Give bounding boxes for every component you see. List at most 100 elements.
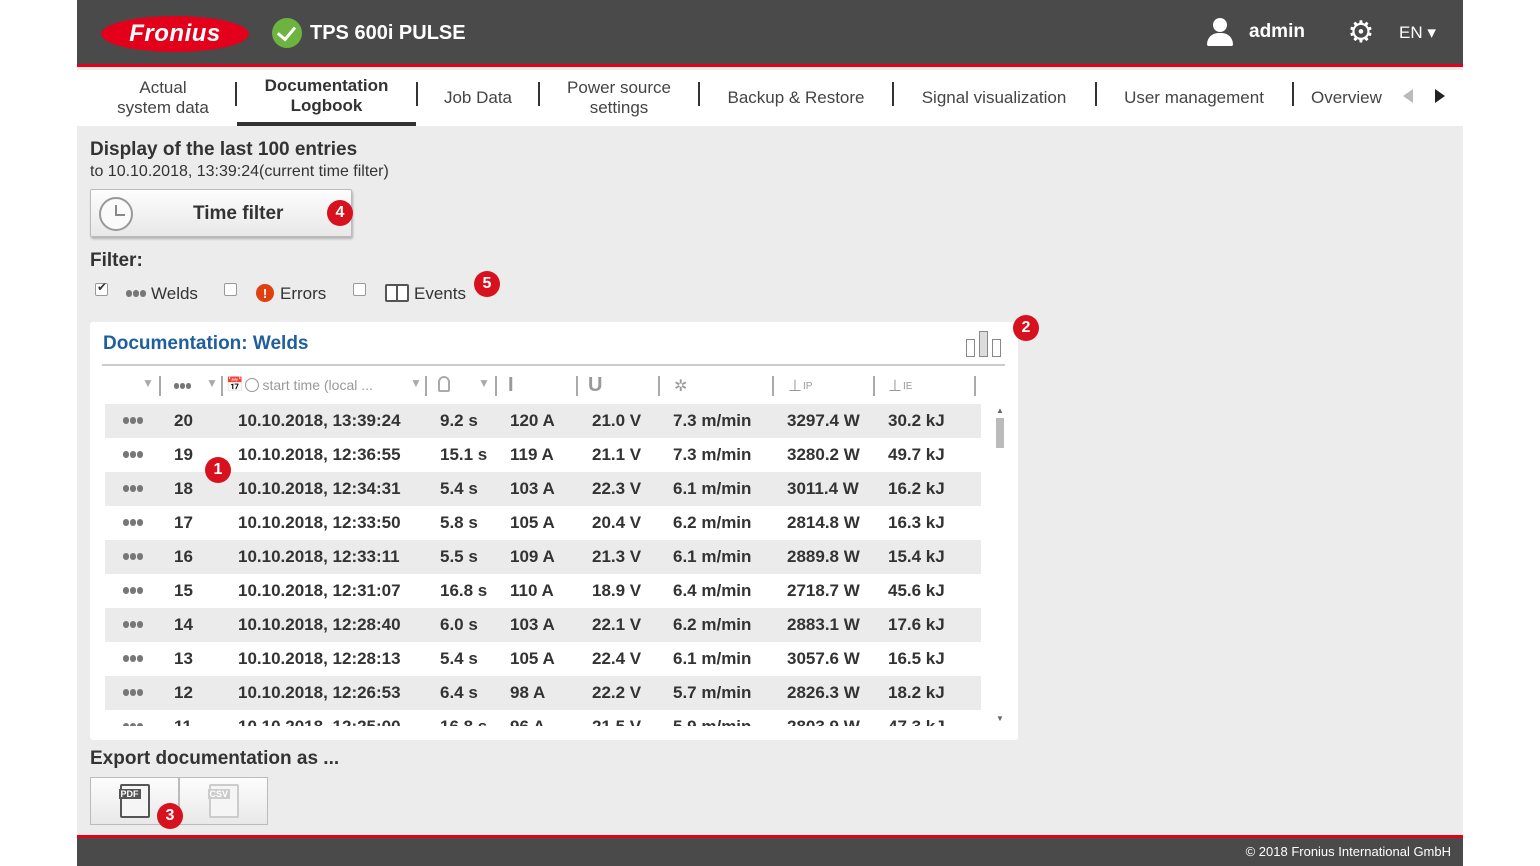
start-time: 10.10.2018, 12:36:55 bbox=[238, 445, 401, 464]
device-info: TPS 600i PULSE bbox=[272, 18, 466, 48]
start-time: 10.10.2018, 12:28:40 bbox=[238, 615, 401, 634]
weld-number: 14 bbox=[174, 615, 193, 634]
header-bar: Fronius TPS 600i PULSE admin ⚙ EN ▾ bbox=[77, 0, 1463, 67]
ip-value: 2889.8 W bbox=[787, 547, 860, 566]
time-filter-info: to 10.10.2018, 13:39:24(current time fil… bbox=[90, 163, 389, 180]
ie-value: 17.6 kJ bbox=[888, 615, 945, 634]
ie-header[interactable]: ⊥ IE bbox=[888, 376, 912, 396]
table-row[interactable]: 12 10.10.2018, 12:26:53 6.4 s 98 A 22.2 … bbox=[105, 676, 981, 710]
column-separator bbox=[873, 376, 875, 396]
duration-header-icon[interactable] bbox=[438, 376, 450, 392]
current: 105 A bbox=[510, 649, 555, 668]
column-separator bbox=[221, 376, 223, 396]
csv-file-icon: CSV bbox=[207, 784, 239, 818]
tab-documentation-logbook[interactable]: Documentation Logbook bbox=[237, 70, 416, 126]
voltage: 21.1 V bbox=[592, 445, 642, 464]
voltage-header[interactable]: U bbox=[588, 374, 602, 397]
column-filter-icon[interactable]: ▼ bbox=[478, 376, 490, 390]
start-time: 10.10.2018, 12:26:53 bbox=[238, 683, 401, 702]
ip-value: 2814.8 W bbox=[787, 513, 860, 532]
tab-label: Backup & Restore bbox=[727, 88, 865, 107]
column-filter-icon[interactable]: ▼ bbox=[142, 376, 154, 390]
ie-value: 49.7 kJ bbox=[888, 445, 945, 464]
tab-actual-system-data[interactable]: Actual system data bbox=[101, 70, 225, 126]
start-time: 10.10.2018, 12:33:50 bbox=[238, 513, 401, 532]
tab-label-line1: Power source bbox=[567, 78, 671, 97]
scroll-thumb[interactable] bbox=[996, 418, 1004, 448]
wire-feed-header-icon[interactable]: ✲ bbox=[674, 376, 687, 396]
weld-number: 12 bbox=[174, 683, 193, 702]
weld-number: 15 bbox=[174, 581, 193, 600]
callout-badge-5: 5 bbox=[474, 271, 500, 297]
table-row[interactable]: 17 10.10.2018, 12:33:50 5.8 s 105 A 20.4… bbox=[105, 506, 981, 540]
current: 109 A bbox=[510, 547, 555, 566]
ie-value: 18.2 kJ bbox=[888, 683, 945, 702]
tab-separator bbox=[416, 82, 418, 106]
weld-icon bbox=[123, 553, 143, 560]
tab-scroll-right-icon[interactable] bbox=[1435, 89, 1445, 103]
voltage: 22.3 V bbox=[592, 479, 642, 498]
weld-number-header-icon[interactable] bbox=[174, 382, 194, 390]
tab-scroll-left-icon[interactable] bbox=[1403, 89, 1413, 103]
ie-value: 47.3 kJ bbox=[888, 717, 945, 726]
errors-checkbox[interactable] bbox=[224, 283, 237, 296]
export-heading: Export documentation as ... bbox=[90, 748, 340, 769]
ip-header[interactable]: ⊥ IP bbox=[788, 376, 812, 396]
panel-divider bbox=[102, 364, 1005, 366]
tab-overview[interactable]: Overview bbox=[1311, 70, 1387, 126]
column-separator bbox=[159, 376, 161, 396]
table-scrollbar[interactable]: ▲ ▼ bbox=[994, 406, 1006, 728]
tab-label-line1: Actual bbox=[139, 78, 187, 97]
current: 98 A bbox=[510, 683, 546, 702]
wire-feed: 6.4 m/min bbox=[673, 581, 752, 600]
time-filter-button[interactable]: Time filter bbox=[90, 189, 352, 237]
table-row[interactable]: 11 10.10.2018, 12:25:00 16.8 s 96 A 21.5… bbox=[105, 710, 981, 726]
page-title: Display of the last 100 entries bbox=[90, 139, 358, 160]
tab-user-management[interactable]: User management bbox=[1107, 70, 1281, 126]
table-row[interactable]: 13 10.10.2018, 12:28:13 5.4 s 105 A 22.4… bbox=[105, 642, 981, 676]
user-menu[interactable]: admin bbox=[1207, 18, 1305, 46]
gear-icon[interactable]: ⚙ bbox=[1347, 18, 1375, 48]
fronius-logo[interactable]: Fronius bbox=[101, 16, 249, 52]
wire-feed: 7.3 m/min bbox=[673, 445, 752, 464]
ip-value: 2718.7 W bbox=[787, 581, 860, 600]
column-settings-icon[interactable] bbox=[966, 331, 1002, 357]
table-row[interactable]: 20 10.10.2018, 13:39:24 9.2 s 120 A 21.0… bbox=[105, 404, 981, 438]
errors-filter-label: Errors bbox=[280, 284, 327, 303]
welds-checkbox[interactable] bbox=[95, 280, 108, 296]
tab-signal-visualization[interactable]: Signal visualization bbox=[903, 70, 1085, 126]
ie-value: 15.4 kJ bbox=[888, 547, 945, 566]
tab-power-source-settings[interactable]: Power source settings bbox=[549, 70, 689, 126]
tab-job-data[interactable]: Job Data bbox=[422, 70, 534, 126]
table-row[interactable]: 19 10.10.2018, 12:36:55 15.1 s 119 A 21.… bbox=[105, 438, 981, 472]
tab-label-line2: settings bbox=[589, 98, 649, 117]
current: 110 A bbox=[510, 581, 554, 600]
start-time: 10.10.2018, 12:34:31 bbox=[238, 479, 401, 498]
voltage: 20.4 V bbox=[592, 513, 642, 532]
duration: 16.8 s bbox=[440, 581, 488, 600]
current-header[interactable]: I bbox=[508, 374, 514, 397]
device-name: TPS 600i PULSE bbox=[310, 21, 466, 44]
weld-number: 20 bbox=[174, 411, 193, 430]
tab-backup-restore[interactable]: Backup & Restore bbox=[707, 70, 885, 126]
tab-label: Overview bbox=[1311, 88, 1382, 107]
ip-value: 3057.6 W bbox=[787, 649, 860, 668]
table-row[interactable]: 16 10.10.2018, 12:33:11 5.5 s 109 A 21.3… bbox=[105, 540, 981, 574]
scroll-down-icon[interactable]: ▼ bbox=[996, 714, 1004, 723]
table-row[interactable]: 14 10.10.2018, 12:28:40 6.0 s 103 A 22.1… bbox=[105, 608, 981, 642]
events-checkbox[interactable] bbox=[353, 283, 366, 296]
user-icon bbox=[1207, 18, 1233, 46]
column-separator bbox=[658, 376, 660, 396]
tab-label: User management bbox=[1124, 88, 1264, 107]
start-time-header[interactable]: 📅 start time (local ... bbox=[226, 376, 373, 393]
table-row[interactable]: 15 10.10.2018, 12:31:07 16.8 s 110 A 18.… bbox=[105, 574, 981, 608]
scroll-up-icon[interactable]: ▲ bbox=[996, 406, 1004, 415]
weld-number: 13 bbox=[174, 649, 193, 668]
duration: 9.2 s bbox=[440, 411, 478, 430]
language-select[interactable]: EN ▾ bbox=[1399, 23, 1436, 43]
export-csv-button[interactable]: CSV bbox=[179, 777, 268, 825]
column-filter-icon[interactable]: ▼ bbox=[206, 376, 218, 390]
duration: 5.4 s bbox=[440, 479, 478, 498]
column-filter-icon[interactable]: ▼ bbox=[410, 376, 422, 390]
table-row[interactable]: 18 10.10.2018, 12:34:31 5.4 s 103 A 22.3… bbox=[105, 472, 981, 506]
